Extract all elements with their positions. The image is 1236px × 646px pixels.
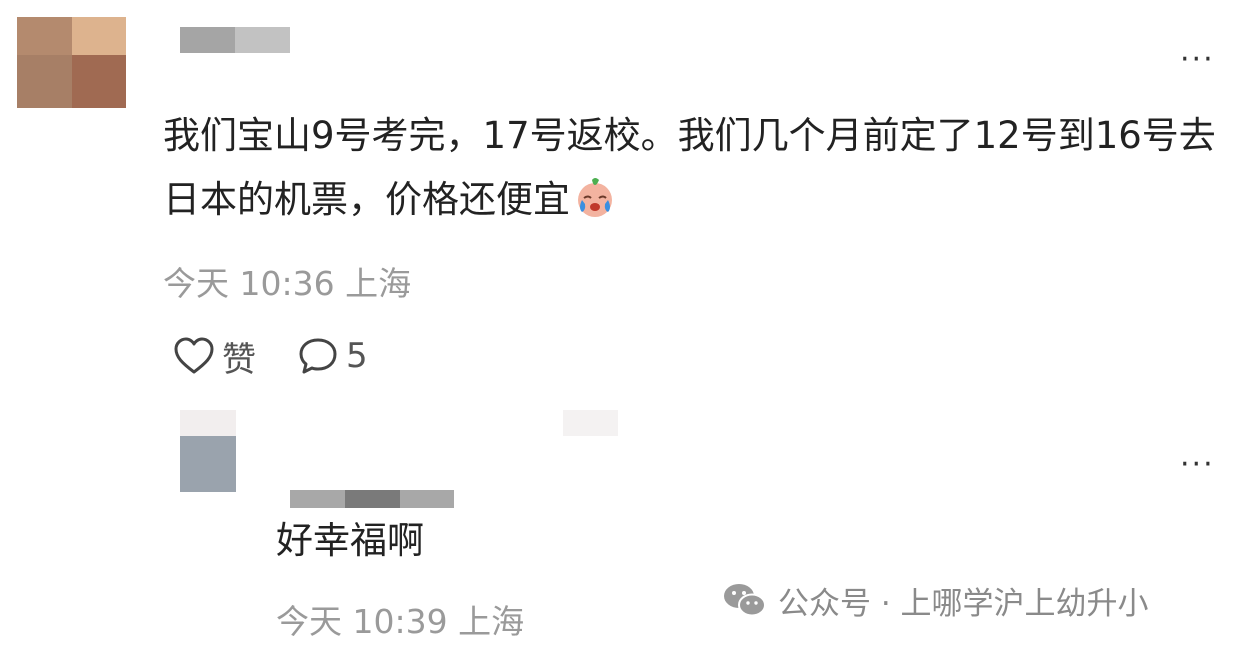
avatar-pixel	[72, 17, 126, 55]
watermark: 公众号 · 上哪学沪上幼升小	[722, 578, 1149, 622]
reply-avatar[interactable]	[180, 410, 236, 492]
reply-meta: 今天 10:39 上海	[276, 595, 524, 643]
reply-body: 好幸福啊	[276, 519, 424, 562]
reply-count-button[interactable]: 5	[296, 336, 368, 376]
reply-time: 今天 10:39	[276, 602, 448, 641]
avatar-pixel	[17, 17, 72, 55]
comment-meta: 今天 10:36 上海	[163, 257, 411, 305]
avatar[interactable]	[17, 17, 126, 108]
comment-bubble-icon	[299, 338, 337, 374]
more-dots-icon[interactable]: ···	[1180, 45, 1215, 75]
wechat-icon	[724, 584, 766, 617]
crying-emoji-icon	[572, 174, 618, 220]
like-button[interactable]: 赞	[172, 332, 256, 381]
comment-time: 今天 10:36	[163, 264, 335, 303]
like-label: 赞	[222, 339, 256, 380]
comment-text: 我们宝山9号考完，17号返校。我们几个月前定了12号到16号去日本的机票，价格还…	[163, 104, 1223, 232]
comment-body: 我们宝山9号考完，17号返校。我们几个月前定了12号到16号去日本的机票，价格还…	[163, 114, 1216, 221]
reply-username-blurred[interactable]	[290, 490, 454, 508]
username-blurred[interactable]	[180, 27, 290, 53]
heart-outline-icon	[174, 337, 214, 374]
reply-count: 5	[346, 336, 368, 376]
comment-actions: 赞 5	[172, 332, 368, 380]
watermark-text: 公众号 · 上哪学沪上幼升小	[778, 585, 1149, 622]
reply-name-blur-fragment	[563, 410, 618, 436]
avatar-pixel	[72, 55, 126, 108]
comment-location: 上海	[345, 264, 412, 303]
avatar-pixel	[17, 55, 72, 108]
reply-location: 上海	[458, 602, 525, 641]
reply-more-dots-icon[interactable]: ···	[1180, 450, 1215, 480]
